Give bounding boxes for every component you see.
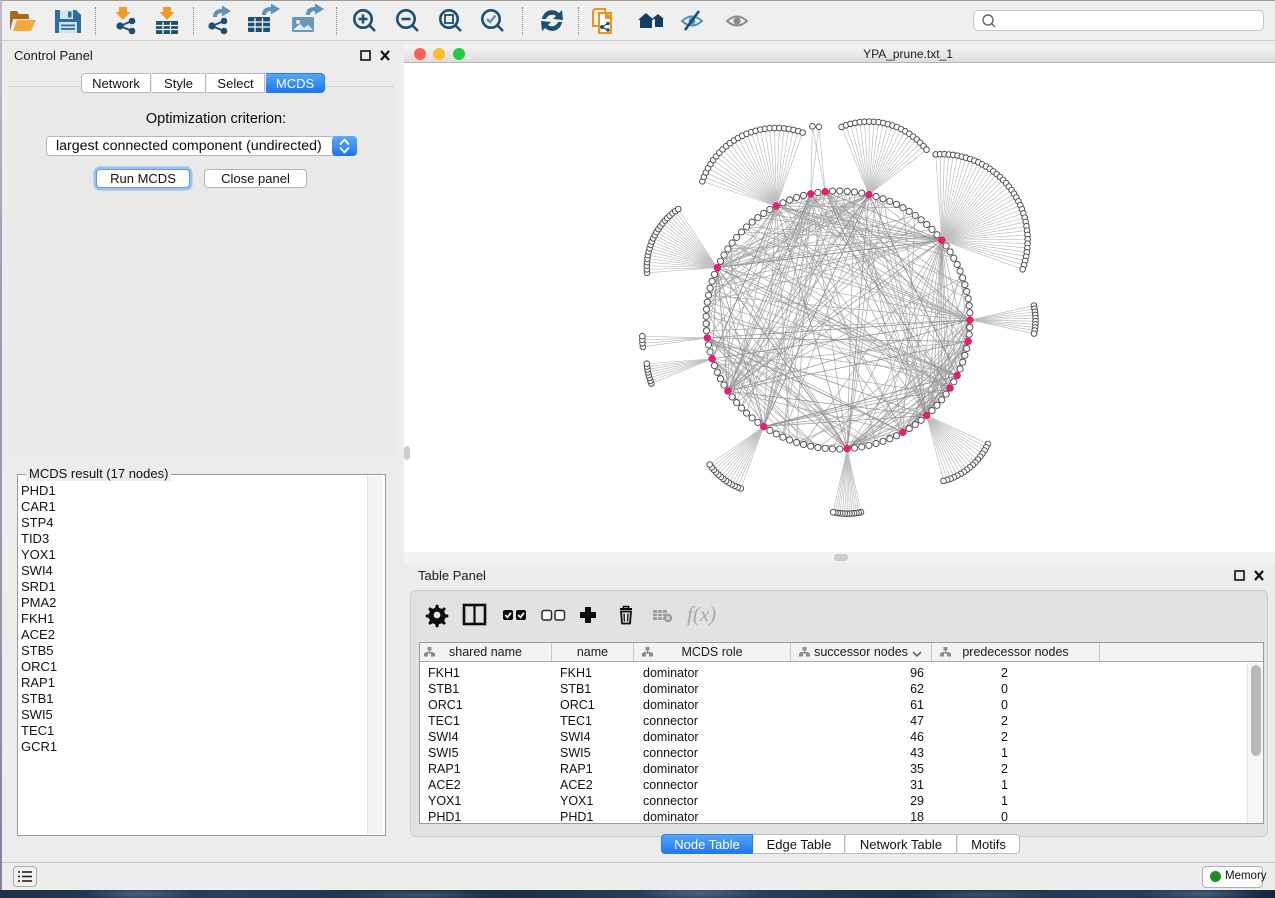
- svg-text:f(x): f(x): [687, 602, 716, 626]
